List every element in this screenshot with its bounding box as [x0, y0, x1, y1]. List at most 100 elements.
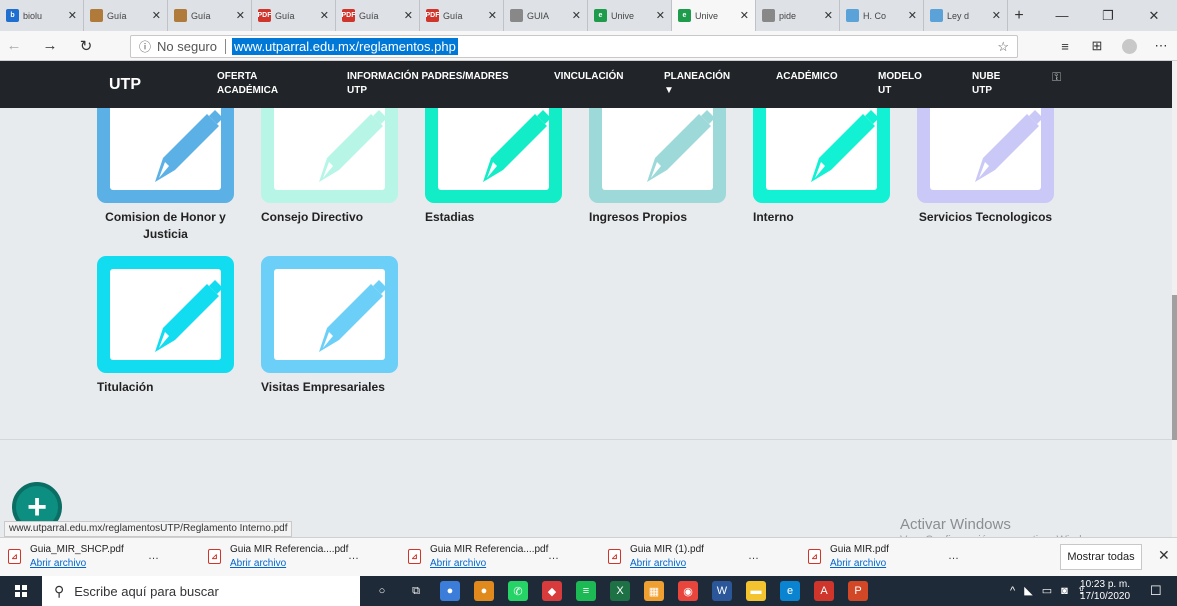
- app-a-icon[interactable]: ●: [440, 581, 460, 601]
- edge-icon[interactable]: e: [780, 581, 800, 601]
- regulation-card[interactable]: Visitas Empresariales: [261, 256, 398, 396]
- info-icon[interactable]: ⓘ: [139, 38, 151, 55]
- calculator-icon[interactable]: ▦: [644, 581, 664, 601]
- scrollbar-thumb[interactable]: [1172, 295, 1177, 440]
- chrome-icon[interactable]: ◉: [678, 581, 698, 601]
- open-file-link[interactable]: Abrir archivo: [430, 558, 486, 569]
- url-text[interactable]: www.utparral.edu.mx/reglamentos.php: [232, 38, 458, 55]
- system-tray[interactable]: ^ ◣ ▭ ◙ ⇪: [1010, 584, 1089, 597]
- open-file-link[interactable]: Abrir archivo: [630, 558, 686, 569]
- tab-close-icon[interactable]: ✕: [824, 9, 833, 22]
- app-c-icon[interactable]: ◆: [542, 581, 562, 601]
- tab-close-icon[interactable]: ✕: [320, 9, 329, 22]
- excel-icon[interactable]: X: [610, 581, 630, 601]
- nav-academico[interactable]: ACADÉMICO: [776, 70, 838, 84]
- download-more-button[interactable]: …: [948, 550, 959, 562]
- url-field[interactable]: ⓘ No seguro www.utparral.edu.mx/reglamen…: [130, 35, 1018, 58]
- document-edit-icon[interactable]: [97, 108, 234, 203]
- more-menu-icon[interactable]: ⋯: [1145, 31, 1177, 61]
- download-more-button[interactable]: …: [148, 550, 159, 562]
- tab-close-icon[interactable]: ✕: [572, 9, 581, 22]
- favorites-bar-icon[interactable]: ≡: [1049, 31, 1081, 61]
- browser-tab[interactable]: H. Co ✕: [840, 0, 924, 31]
- regulation-card[interactable]: Consejo Directivo: [261, 108, 398, 226]
- regulation-label[interactable]: Comision de Honor y Justicia: [97, 209, 234, 243]
- regulation-label[interactable]: Estadias: [425, 209, 562, 226]
- regulation-card[interactable]: Ingresos Propios: [589, 108, 726, 226]
- regulation-card[interactable]: Comision de Honor y Justicia: [97, 108, 234, 243]
- spotify-icon[interactable]: ≡: [576, 581, 596, 601]
- nav-nube-utp[interactable]: NUBE UTP: [972, 70, 1000, 98]
- open-file-link[interactable]: Abrir archivo: [830, 558, 886, 569]
- close-download-bar-icon[interactable]: ✕: [1158, 547, 1170, 564]
- floating-add-button[interactable]: +: [12, 482, 62, 522]
- browser-tab[interactable]: PDF Guía ✕: [420, 0, 504, 31]
- download-more-button[interactable]: …: [748, 550, 759, 562]
- nav-planeacion[interactable]: PLANEACIÓN ▼: [664, 70, 730, 98]
- regulation-card[interactable]: Estadias: [425, 108, 562, 226]
- show-all-downloads-button[interactable]: Mostrar todas: [1060, 544, 1142, 570]
- page-scrollbar[interactable]: [1172, 61, 1177, 537]
- regulation-card[interactable]: Interno: [753, 108, 890, 226]
- nav-vinculacion[interactable]: VINCULACIÓN: [554, 70, 623, 84]
- browser-tab[interactable]: e Unive ✕: [588, 0, 672, 31]
- tab-close-icon[interactable]: ✕: [656, 9, 665, 22]
- download-more-button[interactable]: …: [548, 550, 559, 562]
- start-button[interactable]: [0, 576, 42, 606]
- download-item[interactable]: ⊿ Guia MIR Referencia....pdf Abrir archivo…: [408, 544, 588, 572]
- word-icon[interactable]: W: [712, 581, 732, 601]
- open-file-link[interactable]: Abrir archivo: [230, 558, 286, 569]
- regulation-label[interactable]: Visitas Empresariales: [261, 379, 398, 396]
- forward-button[interactable]: →: [36, 37, 64, 54]
- download-more-button[interactable]: …: [348, 550, 359, 562]
- browser-tab[interactable]: e Unive ✕: [672, 0, 756, 31]
- open-file-link[interactable]: Abrir archivo: [30, 558, 86, 569]
- regulation-card[interactable]: Titulación: [97, 256, 234, 396]
- regulation-label[interactable]: Servicios Tecnologicos: [917, 209, 1054, 226]
- regulation-label[interactable]: Consejo Directivo: [261, 209, 398, 226]
- collections-icon[interactable]: ⊞: [1081, 31, 1113, 61]
- minimize-button[interactable]: —: [1039, 0, 1085, 31]
- profile-avatar[interactable]: [1113, 31, 1145, 61]
- tab-close-icon[interactable]: ✕: [404, 9, 413, 22]
- tab-close-icon[interactable]: ✕: [68, 9, 77, 22]
- new-tab-button[interactable]: +: [1008, 7, 1030, 25]
- document-edit-icon[interactable]: [753, 108, 890, 203]
- tab-close-icon[interactable]: ✕: [908, 9, 917, 22]
- accessibility-icon[interactable]: ⚿: [1052, 70, 1061, 85]
- document-edit-icon[interactable]: [261, 256, 398, 373]
- acrobat-icon[interactable]: A: [814, 581, 834, 601]
- browser-tab[interactable]: GUIA ✕: [504, 0, 588, 31]
- document-edit-icon[interactable]: [97, 256, 234, 373]
- download-item[interactable]: ⊿ Guia MIR Referencia....pdf Abrir archivo…: [208, 544, 388, 572]
- browser-tab[interactable]: b biolu ✕: [0, 0, 84, 31]
- regulation-label[interactable]: Titulación: [97, 379, 234, 396]
- taskbar-search[interactable]: ⚲ Escribe aquí para buscar: [42, 576, 360, 606]
- browser-tab[interactable]: PDF Guía ✕: [336, 0, 420, 31]
- document-edit-icon[interactable]: [589, 108, 726, 203]
- regulation-label[interactable]: Interno: [753, 209, 890, 226]
- brand-logo[interactable]: UTP: [109, 76, 141, 94]
- task-view-icon[interactable]: ⧉: [406, 581, 426, 601]
- tab-close-icon[interactable]: ✕: [152, 9, 161, 22]
- favorite-star-icon[interactable]: ☆: [997, 39, 1009, 55]
- document-edit-icon[interactable]: [261, 108, 398, 203]
- nav-modelo-ut[interactable]: MODELO UT: [878, 70, 922, 98]
- tab-close-icon[interactable]: ✕: [488, 9, 497, 22]
- regulation-label[interactable]: Ingresos Propios: [589, 209, 726, 226]
- back-button[interactable]: ←: [0, 37, 28, 54]
- tab-close-icon[interactable]: ✕: [740, 9, 749, 22]
- notifications-icon[interactable]: ☐: [1150, 583, 1162, 599]
- tab-close-icon[interactable]: ✕: [992, 9, 1001, 22]
- cortana-icon[interactable]: ○: [372, 581, 392, 601]
- download-item[interactable]: ⊿ Guia MIR (1).pdf Abrir archivo…: [608, 544, 788, 572]
- browser-tab[interactable]: Ley d ✕: [924, 0, 1008, 31]
- restore-button[interactable]: ❐: [1085, 0, 1131, 31]
- nav-informacion-padres[interactable]: INFORMACIÓN PADRES/MADRES UTP: [347, 70, 508, 98]
- regulation-card[interactable]: Servicios Tecnologicos: [917, 108, 1054, 226]
- taskbar-clock[interactable]: 10:23 p. m. 17/10/2020: [1080, 579, 1130, 603]
- close-window-button[interactable]: ✕: [1131, 0, 1177, 31]
- download-item[interactable]: ⊿ Guia_MIR_SHCP.pdf Abrir archivo…: [8, 544, 188, 572]
- document-edit-icon[interactable]: [425, 108, 562, 203]
- download-item[interactable]: ⊿ Guia MIR.pdf Abrir archivo…: [808, 544, 988, 572]
